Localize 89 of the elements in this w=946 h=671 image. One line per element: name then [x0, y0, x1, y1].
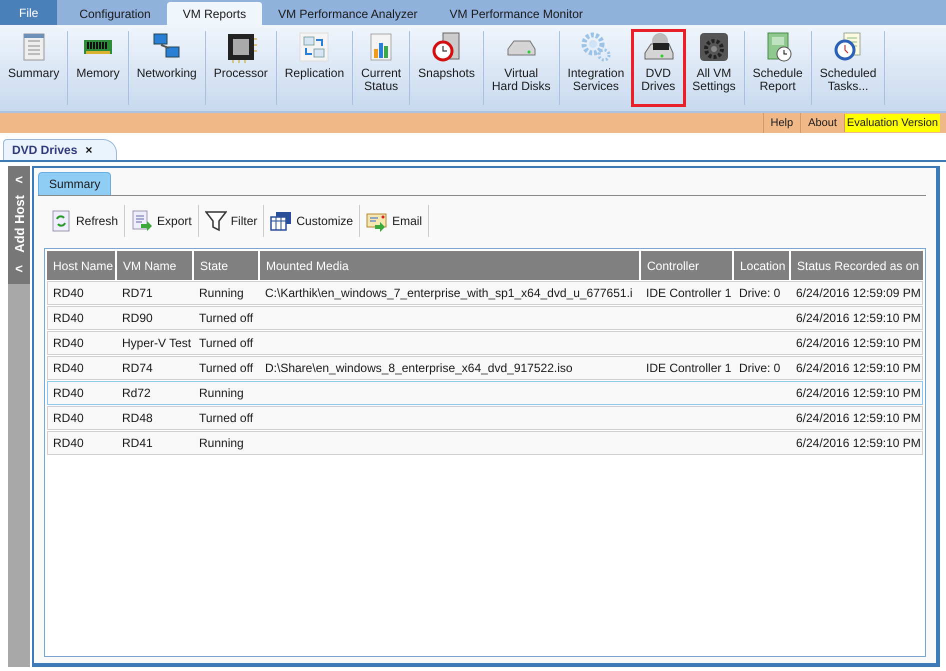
table-cell-text: Turned off — [198, 311, 254, 325]
table-cell-text: RD40 — [52, 286, 85, 300]
table-cell-text: RD40 — [52, 386, 85, 400]
table-cell-text: D:\Share\en_windows_8_enterprise_x64_dvd_917522.iso — [264, 361, 574, 375]
ribbon-button[interactable]: Summary — [0, 31, 68, 105]
ribbon-button[interactable]: Scheduled Tasks... — [812, 31, 886, 105]
menu-tab[interactable]: VM Performance Monitor — [433, 2, 599, 25]
server-clock-icon — [430, 31, 462, 63]
gear-icon — [698, 31, 730, 63]
ribbon-button[interactable]: DVD Drives — [633, 31, 684, 105]
toolbar-button[interactable]: Email — [360, 205, 430, 237]
document-tab[interactable]: DVD Drives × — [3, 139, 118, 160]
ribbon-button[interactable]: Schedule Report — [744, 31, 812, 105]
ribbon-button[interactable]: All VM Settings — [684, 31, 745, 105]
ribbon-button[interactable]: Replication — [276, 31, 354, 105]
table-cell-text: RD40 — [52, 311, 85, 325]
toolbar-button[interactable]: Filter — [198, 205, 264, 237]
table-row[interactable]: RD40 RD90 Turned off 6/24/2016 12:59:10 PM — [47, 306, 923, 330]
table-cell-text: 6/24/2016 12:59:10 PM — [795, 386, 922, 400]
summary-tab[interactable]: Summary — [38, 172, 112, 195]
document-tab-title: DVD Drives — [12, 143, 78, 157]
table-cell-text: Rd72 — [121, 386, 152, 400]
table-cell-text: RD74 — [121, 361, 154, 375]
table-row[interactable]: RD40 Hyper-V Test Turned off 6/24/2016 12:59:10 PM — [47, 331, 923, 355]
table-cell-text: 6/24/2016 12:59:09 PM — [795, 286, 922, 300]
table-cell-text: 6/24/2016 12:59:10 PM — [795, 311, 922, 325]
table-cell-text: Turned off — [198, 336, 254, 350]
arrow-glyph: < — [15, 260, 23, 276]
table-cell-text: RD90 — [121, 311, 154, 325]
ribbon-button[interactable]: Virtual Hard Disks — [484, 31, 560, 105]
toolbar-button[interactable]: Refresh — [44, 205, 126, 237]
ribbon-button[interactable]: Memory — [68, 31, 129, 105]
ribbon-button[interactable]: Processor — [206, 31, 277, 105]
table-cell-text: RD48 — [121, 411, 154, 425]
table-cell-text: Turned off — [198, 411, 254, 425]
add-host-bar[interactable]: < Add Host < — [8, 166, 30, 284]
table-cell-text: Drive: 0 — [738, 286, 782, 300]
table-cell-text: Running — [198, 386, 245, 400]
info-link[interactable]: Help — [762, 113, 800, 133]
table-cell-text: 6/24/2016 12:59:10 PM — [795, 336, 922, 350]
table-cell-text: RD40 — [52, 336, 85, 350]
ribbon-button[interactable]: Current Status — [353, 31, 410, 105]
file-menu[interactable]: File — [0, 0, 58, 25]
table-row[interactable]: RD40 RD41 Running 6/24/2016 12:59:10 PM — [47, 431, 923, 455]
table-cell-text: RD40 — [52, 436, 85, 450]
table-cell-text: 6/24/2016 12:59:10 PM — [795, 411, 922, 425]
column-header[interactable]: Controller — [641, 251, 732, 280]
column-header[interactable]: Status Recorded as on — [791, 251, 923, 280]
export-icon — [131, 210, 154, 232]
toolbar-button[interactable]: Customize — [264, 205, 360, 237]
column-header[interactable]: Mounted Media — [260, 251, 639, 280]
ribbon-button[interactable]: Integration Services — [560, 31, 634, 105]
table-cell-text: RD40 — [52, 411, 85, 425]
table-row[interactable]: RD40 RD71 Running C:\Karthik\en_windows_7_enterprise_with_sp1_x64_dvd_u_677651.i IDE Controller 1 Drive: 0 6/24/2016 12:59:09 PM — [47, 281, 923, 305]
refresh-icon — [50, 210, 72, 232]
close-icon[interactable]: × — [85, 143, 92, 157]
filter-icon — [204, 210, 227, 232]
table-cell-text: Turned off — [198, 361, 254, 375]
table-cell-text: Hyper-V Test — [121, 336, 192, 350]
column-header[interactable]: Host Name — [47, 251, 115, 280]
table-cell-text: Running — [198, 286, 245, 300]
add-host-label: Add Host — [12, 195, 26, 253]
column-header[interactable]: Location — [734, 251, 789, 280]
menu-tab[interactable]: Configuration — [63, 2, 167, 25]
replication-icon — [298, 31, 330, 63]
table-cell-text: IDE Controller 1 — [645, 361, 732, 375]
ribbon-button[interactable]: Snapshots — [410, 31, 484, 105]
table-cell-text: RD41 — [121, 436, 154, 450]
customize-icon — [270, 210, 292, 232]
table-cell-text: 6/24/2016 12:59:10 PM — [795, 361, 922, 375]
toolbar-button[interactable]: Export — [125, 205, 199, 237]
evaluation-badge: Evaluation Version — [844, 114, 940, 132]
table-row[interactable]: RD40 RD74 Turned off D:\Share\en_windows_8_enterprise_x64_dvd_917522.iso IDE Controller 1 Drive: 0 6/24/2016 12:59:10 PM — [47, 356, 923, 380]
table-cell-text: RD40 — [52, 361, 85, 375]
table-cell-text: C:\Karthik\en_windows_7_enterprise_with_sp1_x64_dvd_u_677651.i — [264, 286, 634, 300]
table-cell-text: Running — [198, 436, 245, 450]
gears-icon — [580, 31, 612, 63]
table-cell-text: RD71 — [121, 286, 154, 300]
table-row[interactable]: RD40 Rd72 Running 6/24/2016 12:59:10 PM — [47, 381, 923, 405]
ribbon-button[interactable]: Networking — [128, 31, 206, 105]
arrow-glyph: < — [15, 172, 23, 187]
table-cell-text: 6/24/2016 12:59:10 PM — [795, 436, 922, 450]
column-header[interactable]: State — [194, 251, 258, 280]
menu-tab[interactable]: VM Performance Analyzer — [262, 2, 434, 25]
menu-tab[interactable]: VM Reports — [166, 2, 262, 25]
column-header[interactable]: VM Name — [117, 251, 192, 280]
table-cell-text: Drive: 0 — [738, 361, 782, 375]
table-row[interactable]: RD40 RD48 Turned off 6/24/2016 12:59:10 PM — [47, 406, 923, 430]
table-cell-text: IDE Controller 1 — [645, 286, 732, 300]
